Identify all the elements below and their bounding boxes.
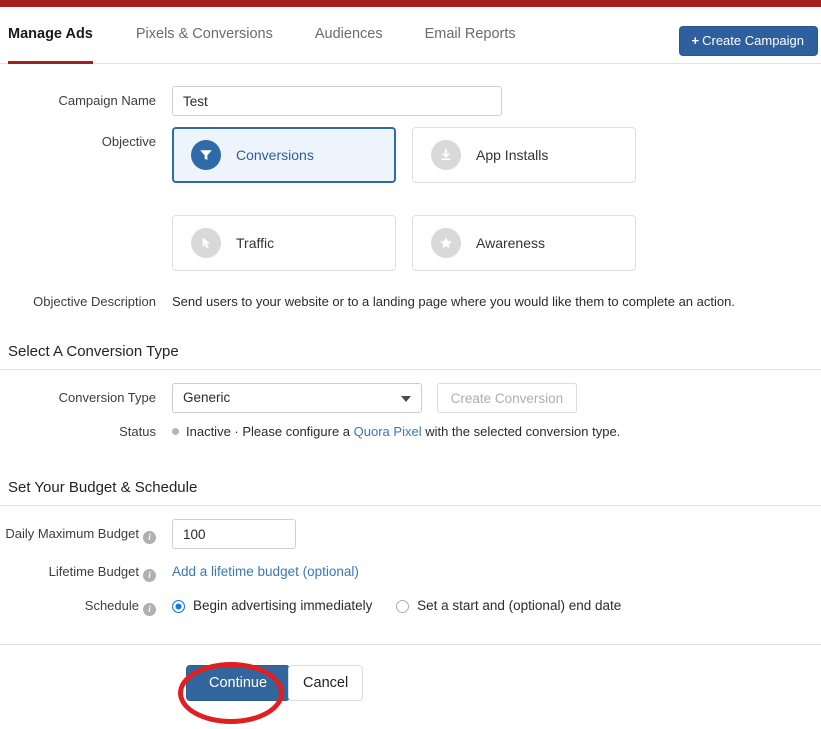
cursor-icon [191,228,221,258]
download-icon [431,140,461,170]
budget-section: Set Your Budget & Schedule Daily Maximum… [0,479,821,624]
conversion-status-row: Status Inactive · Please configure a Quo… [0,417,821,447]
objective-card-conversions-label: Conversions [236,147,314,163]
objective-card-app-installs-label: App Installs [476,147,549,163]
objective-card-app-installs[interactable]: App Installs [412,127,636,183]
star-icon [431,228,461,258]
campaign-name-input[interactable] [172,86,502,116]
conversion-type-label: Conversion Type [58,390,156,405]
campaign-form: Campaign Name Objective Conversions [0,64,821,701]
objective-row: Objective Conversions App Installs Traff… [0,127,821,287]
create-conversion-button[interactable]: Create Conversion [436,383,578,413]
objective-card-awareness[interactable]: Awareness [412,215,636,271]
conversion-type-section: Select A Conversion Type Conversion Type… [0,343,821,447]
objective-description-label: Objective Description [33,294,156,309]
conversion-type-row: Conversion Type Generic Create Conversio… [0,383,821,413]
radio-begin-immediately[interactable]: Begin advertising immediately [172,591,372,621]
quora-pixel-link[interactable]: Quora Pixel [354,424,422,439]
section-divider [0,369,821,370]
daily-budget-input[interactable] [172,519,296,549]
objective-label: Objective [101,134,156,149]
create-campaign-label: Create Campaign [702,33,804,48]
create-conversion-label: Create Conversion [450,390,564,406]
status-line: Inactive · Please configure a Quora Pixe… [172,417,821,447]
create-campaign-button[interactable]: + Create Campaign [678,26,818,56]
info-icon[interactable]: i [143,603,156,616]
schedule-label: Schedule i [0,591,172,623]
conversion-type-field: Generic Create Conversion [172,383,821,413]
conversion-status-label: Status [119,424,156,439]
footer-buttons: Continue Cancel [0,645,821,701]
tab-pixels-conversions-label: Pixels & Conversions [135,26,273,42]
info-icon[interactable]: i [143,569,156,582]
status-suffix-text: with the selected conversion type. [421,424,621,439]
schedule-row: Schedule i Begin advertising immediately … [0,591,821,624]
campaign-name-row: Campaign Name [0,86,821,116]
lifetime-budget-label: Lifetime Budget i [0,557,172,589]
schedule-label-text: Schedule [84,598,139,613]
radio-begin-immediately-label: Begin advertising immediately [193,598,373,613]
radio-set-start-end-date[interactable]: Set a start and (optional) end date [396,591,621,621]
objective-description-text: Send users to your website or to a landi… [172,294,735,309]
cancel-button-label: Cancel [303,674,349,691]
conversion-type-select[interactable]: Generic [172,383,422,413]
add-lifetime-budget-link[interactable]: Add a lifetime budget (optional) [172,564,359,579]
conversion-status-field: Inactive · Please configure a Quora Pixe… [172,417,821,447]
lifetime-budget-field: Add a lifetime budget (optional) [172,557,821,587]
lifetime-budget-label-text: Lifetime Budget [48,564,139,579]
objective-card-list: Conversions App Installs Traffic Awarene… [172,127,820,287]
tab-manage-ads[interactable]: Manage Ads [8,7,115,64]
conversion-type-select-wrap: Generic [172,383,422,413]
plus-icon: + [691,33,700,48]
info-icon[interactable]: i [143,531,156,544]
section-divider [0,505,821,506]
lifetime-budget-row: Lifetime Budget i Add a lifetime budget (… [0,557,821,589]
conversion-type-value: Generic [183,390,231,405]
daily-budget-label: Daily Maximum Budget i [0,519,172,551]
daily-budget-row: Daily Maximum Budget i [0,519,821,551]
form-footer: Continue Cancel [0,643,821,701]
objective-card-traffic-label: Traffic [236,235,275,251]
tab-audiences-label: Audiences [314,26,383,42]
tab-manage-ads-label: Manage Ads [8,26,93,42]
schedule-field: Begin advertising immediately Set a star… [172,591,821,624]
objective-card-traffic[interactable]: Traffic [172,215,396,271]
radio-button-icon [396,599,410,613]
radio-button-icon [172,599,185,613]
tab-pixels-conversions[interactable]: Pixels & Conversions [115,7,294,63]
objective-description-row: Objective Description Send users to your… [0,287,821,317]
objective-description-field: Send users to your website or to a landi… [172,287,821,317]
conversion-section-title: Select A Conversion Type [8,343,179,360]
radio-set-start-end-date-label: Set a start and (optional) end date [417,598,622,613]
budget-section-title: Set Your Budget & Schedule [8,479,198,496]
top-brand-bar [0,0,821,7]
tab-audiences[interactable]: Audiences [294,7,404,63]
continue-button-label: Continue [209,674,268,691]
tab-email-reports[interactable]: Email Reports [404,7,537,63]
continue-button[interactable]: Continue [186,664,291,701]
daily-budget-label-text: Daily Maximum Budget [5,526,139,541]
status-dot-icon [172,428,179,435]
objective-field: Conversions App Installs Traffic Awarene… [172,127,821,287]
funnel-icon [191,140,221,170]
daily-budget-field [172,519,821,549]
cancel-button[interactable]: Cancel [288,664,364,701]
objective-card-conversions[interactable]: Conversions [172,127,396,183]
campaign-name-field [172,86,821,116]
status-prefix-text: Inactive · Please configure a [186,424,354,439]
objective-card-awareness-label: Awareness [476,235,546,251]
tab-email-reports-label: Email Reports [424,26,516,42]
navigation-bar: Manage Ads Pixels & Conversions Audience… [0,7,821,64]
campaign-name-label: Campaign Name [58,93,156,108]
